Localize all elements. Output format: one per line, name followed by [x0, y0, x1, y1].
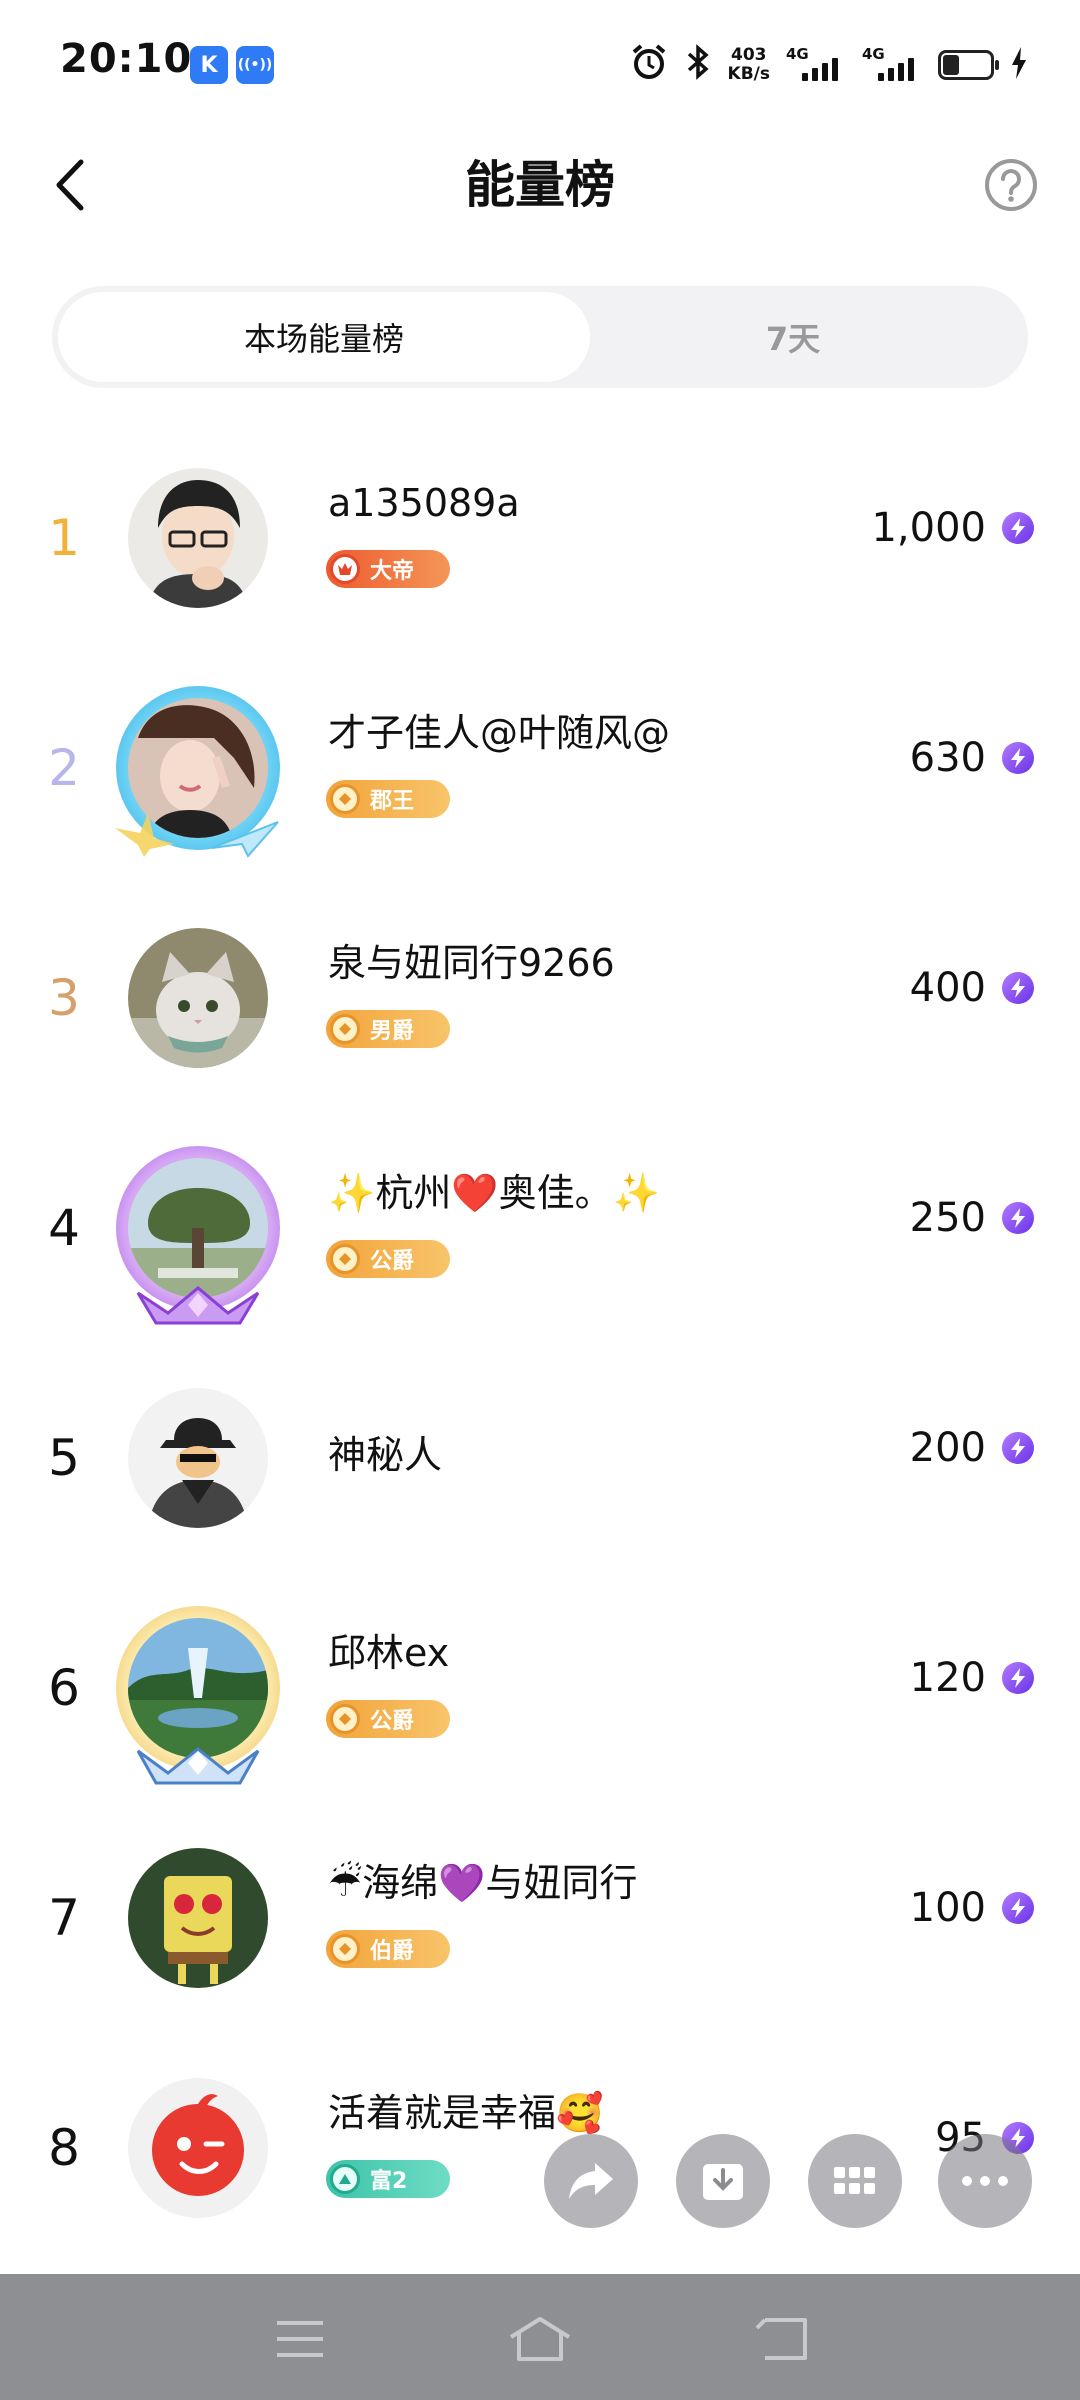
- rank-number: 1: [48, 509, 80, 567]
- download-icon: [703, 2164, 743, 2200]
- signal-icon-2: 4G: [862, 45, 922, 85]
- battery-icon: [938, 50, 999, 80]
- rank-number: 2: [48, 739, 80, 797]
- status-bar: 20:10 K ((•)) 403 KB/s 4G 4G: [0, 0, 1080, 130]
- avatar[interactable]: [128, 468, 268, 608]
- triangle-coin-icon: [330, 2164, 360, 2194]
- menu-icon: [277, 2321, 323, 2357]
- leaderboard-row[interactable]: 1 a135089a 大帝 1,000: [0, 428, 1080, 658]
- username: 泉与妞同行9266: [328, 941, 615, 985]
- energy-bolt-icon: [1002, 1432, 1034, 1464]
- status-icons: 403 KB/s 4G 4G: [630, 40, 1028, 90]
- avatar[interactable]: [128, 928, 268, 1068]
- username: 神秘人: [328, 1433, 443, 1477]
- crown-icon: [330, 554, 360, 584]
- app-notification-k-icon: K: [190, 46, 228, 84]
- username: ✨杭州❤️奥佳。✨: [328, 1171, 660, 1215]
- leaderboard-row[interactable]: 5 神秘人 200: [0, 1348, 1080, 1578]
- leaderboard-row[interactable]: 2 才子佳人@叶随风@ 郡王 630: [0, 658, 1080, 888]
- question-circle-icon: [985, 159, 1037, 211]
- rank-number: 7: [48, 1889, 80, 1947]
- nav-menu-button[interactable]: [260, 2304, 340, 2374]
- avatar[interactable]: [128, 1848, 268, 1988]
- diamond-coin-icon: [330, 1934, 360, 1964]
- status-time: 20:10: [60, 36, 193, 82]
- charging-icon: [1010, 46, 1028, 84]
- page-title: 能量榜: [465, 156, 615, 214]
- leaderboard-row[interactable]: 6 邱林ex 公爵 120: [0, 1578, 1080, 1808]
- share-icon: [569, 2163, 613, 2199]
- energy-score: 250: [909, 1195, 986, 1241]
- rank-title-badge: 大帝: [326, 550, 450, 588]
- rank-number: 5: [48, 1429, 80, 1487]
- rank-title-badge: 伯爵: [326, 1930, 450, 1968]
- frame-crest-icon: [136, 1747, 260, 1785]
- energy-score: 400: [909, 965, 986, 1011]
- grid-apps-icon: [834, 2167, 875, 2194]
- rank-title-badge: 郡王: [326, 780, 450, 818]
- diamond-coin-icon: [330, 1014, 360, 1044]
- app-notification-broadcast-icon: ((•)): [236, 46, 274, 84]
- download-button[interactable]: [676, 2134, 770, 2228]
- energy-bolt-icon: [1002, 1892, 1034, 1924]
- frame-decoration-icon: [115, 813, 174, 857]
- nav-back-button[interactable]: [742, 2304, 822, 2374]
- energy-score: 1,000: [871, 505, 986, 551]
- tab-current-session[interactable]: 本场能量榜: [58, 292, 590, 382]
- rank-number: 8: [48, 2119, 80, 2177]
- diamond-coin-icon: [330, 784, 360, 814]
- username: 邱林ex: [328, 1631, 450, 1675]
- tab-bar: 本场能量榜 7天: [52, 286, 1028, 388]
- energy-score: 120: [909, 1655, 986, 1701]
- net-speed: 403 KB/s: [727, 45, 770, 84]
- frame-crest-icon: [136, 1286, 260, 1325]
- leaderboard-row[interactable]: 7 ☔海绵💜与妞同行 伯爵 100: [0, 1808, 1080, 2038]
- help-button[interactable]: [982, 156, 1040, 214]
- avatar[interactable]: [128, 2078, 268, 2218]
- apps-button[interactable]: [808, 2134, 902, 2228]
- username: ☔海绵💜与妞同行: [328, 1861, 638, 1905]
- leaderboard-row[interactable]: 4 ✨杭州❤️奥佳。✨ 公爵 250: [0, 1118, 1080, 1348]
- username: 活着就是幸福🥰: [328, 2091, 604, 2135]
- rank-title-badge: 富2: [326, 2160, 450, 2198]
- energy-score: 630: [909, 735, 986, 781]
- username: a135089a: [328, 481, 520, 525]
- share-button[interactable]: [544, 2134, 638, 2228]
- leaderboard-row[interactable]: 8 活着就是幸福🥰 富2 95: [0, 2038, 1080, 2268]
- avatar[interactable]: [128, 1158, 268, 1298]
- rank-title-badge: 公爵: [326, 1700, 450, 1738]
- energy-bolt-icon: [1002, 1202, 1034, 1234]
- header: 能量榜: [0, 130, 1080, 240]
- tab-7-days[interactable]: 7天: [558, 286, 1028, 388]
- energy-bolt-icon: [1002, 972, 1034, 1004]
- signal-icon: 4G: [786, 45, 846, 85]
- energy-bolt-icon: [1002, 742, 1034, 774]
- leaderboard-row[interactable]: 3 泉与妞同行9266 男爵 400: [0, 888, 1080, 1118]
- alarm-icon: [630, 43, 668, 87]
- home-icon: [509, 2317, 571, 2361]
- rank-title-badge: 公爵: [326, 1240, 450, 1278]
- rank-number: 3: [48, 969, 80, 1027]
- more-icon: [962, 2176, 1008, 2186]
- energy-score: 100: [909, 1885, 986, 1931]
- more-button[interactable]: [938, 2134, 1032, 2228]
- system-nav-bar: [0, 2274, 1080, 2400]
- bluetooth-icon: [684, 43, 712, 87]
- rank-number: 4: [48, 1199, 80, 1257]
- rank-number: 6: [48, 1659, 80, 1717]
- diamond-coin-icon: [330, 1704, 360, 1734]
- energy-score: 200: [909, 1425, 986, 1471]
- paper-plane-icon: [211, 821, 279, 858]
- diamond-coin-icon: [330, 1244, 360, 1274]
- back-icon: [755, 2318, 807, 2360]
- avatar[interactable]: [128, 1388, 268, 1528]
- rank-title-badge: 男爵: [326, 1010, 450, 1048]
- avatar[interactable]: [128, 1618, 268, 1758]
- username: 才子佳人@叶随风@: [328, 711, 671, 755]
- nav-home-button[interactable]: [500, 2304, 580, 2374]
- energy-bolt-icon: [1002, 512, 1034, 544]
- energy-bolt-icon: [1002, 1662, 1034, 1694]
